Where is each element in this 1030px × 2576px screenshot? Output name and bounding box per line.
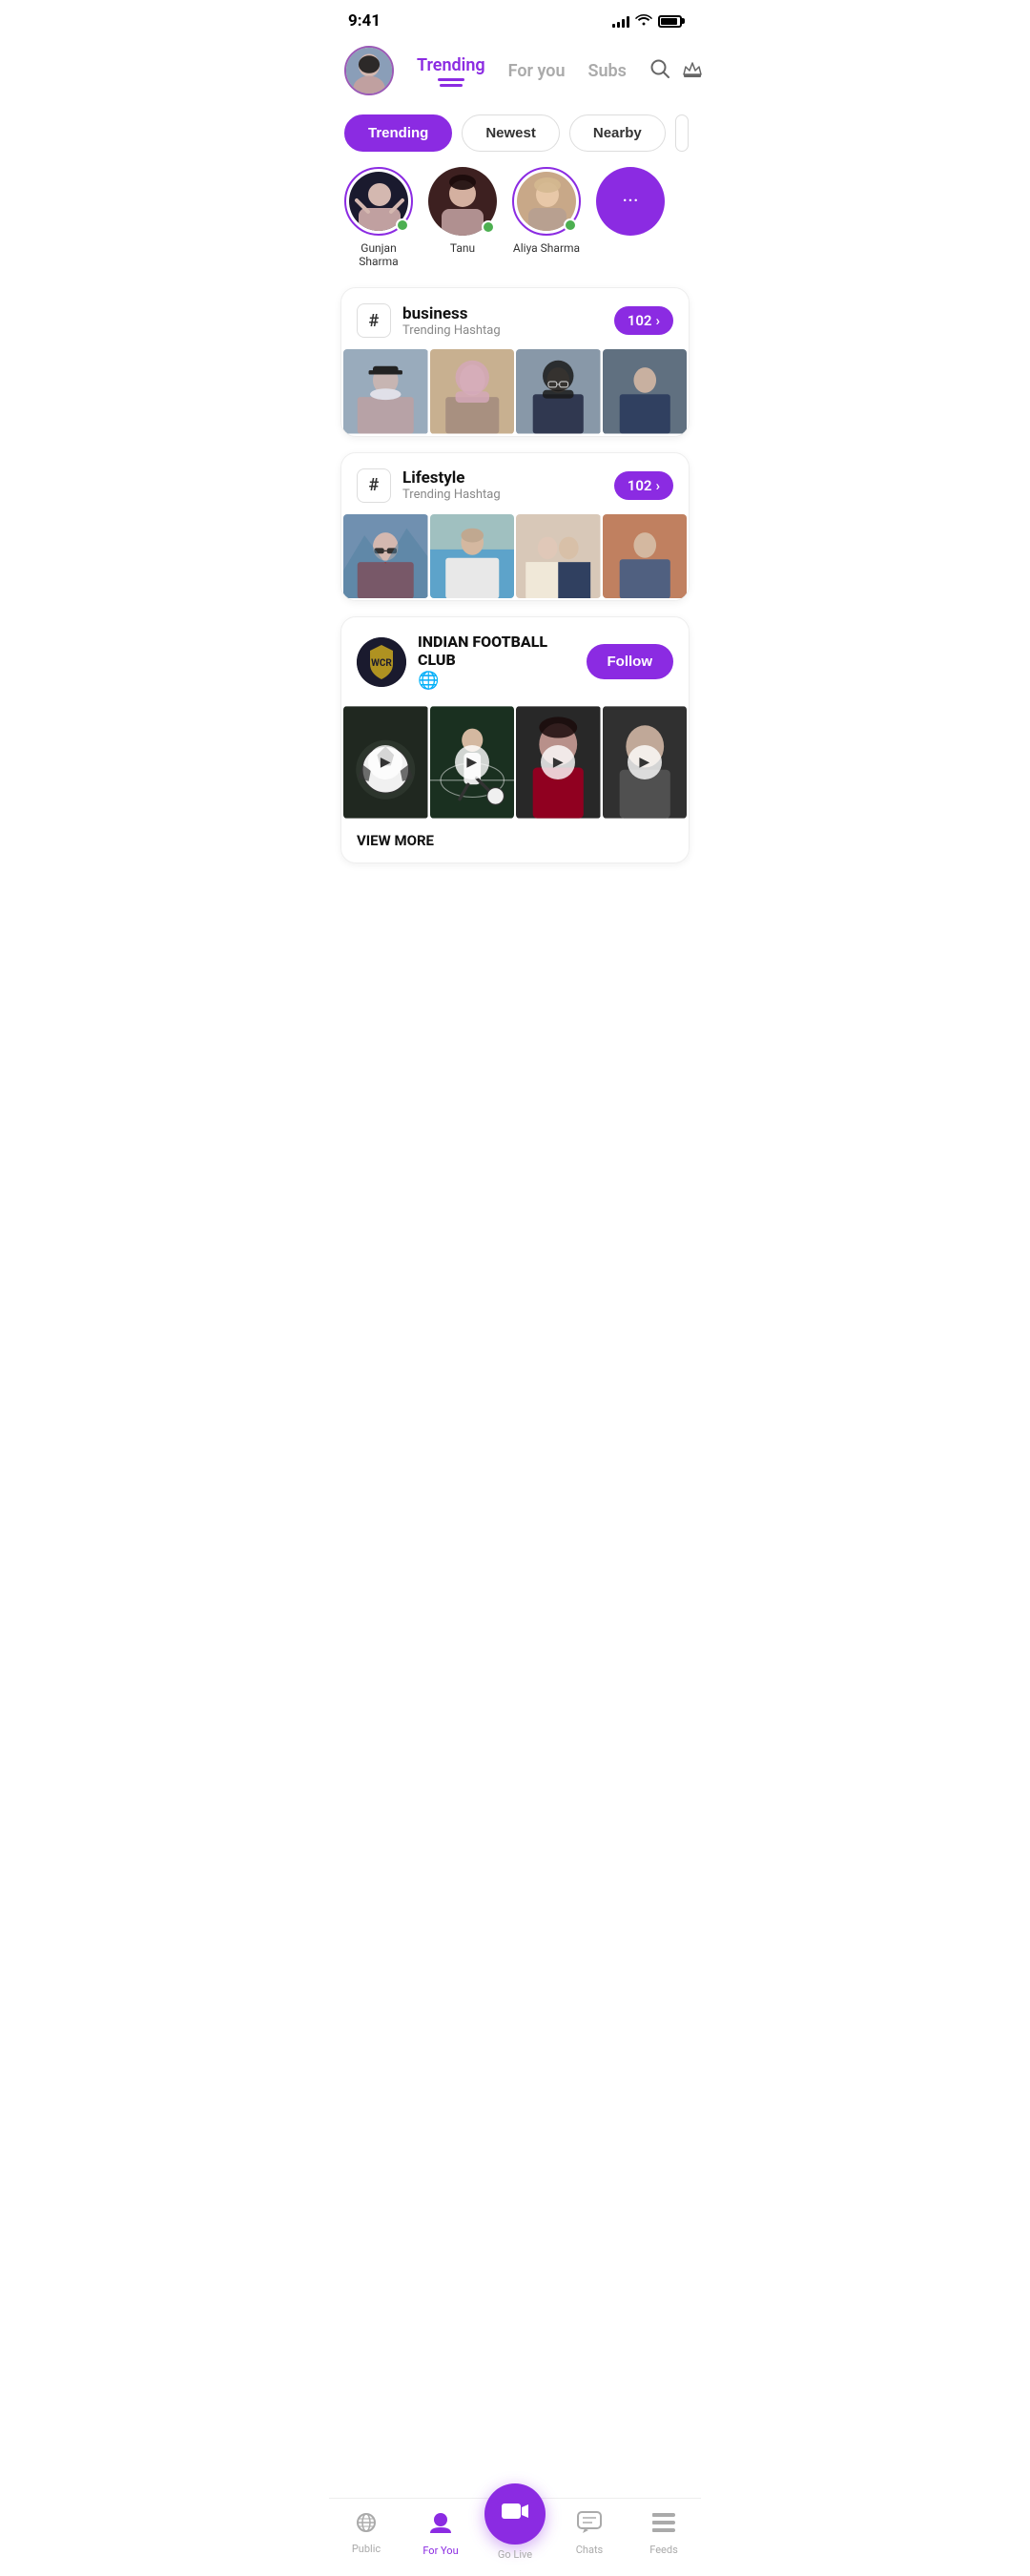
- hashtag-card-lifestyle: # Lifestyle Trending Hashtag 102 ›: [340, 452, 690, 602]
- video-cell-1[interactable]: ▶: [343, 706, 428, 819]
- photo-lifestyle-4[interactable]: [603, 514, 688, 599]
- filter-newest[interactable]: Newest: [462, 114, 560, 152]
- wifi-icon: [635, 12, 652, 30]
- card-header-business: # business Trending Hashtag 102 ›: [341, 288, 689, 349]
- nav-item-go-live[interactable]: Go Live: [478, 2506, 552, 2561]
- more-stories-button[interactable]: ···: [596, 167, 665, 236]
- battery-icon: [658, 15, 682, 28]
- card-title-group: business Trending Hashtag: [402, 304, 603, 338]
- signal-icon: [612, 14, 629, 28]
- club-name: INDIAN FOOTBALL CLUB: [418, 633, 575, 669]
- hashtag-icon: #: [357, 303, 391, 338]
- card-subtitle: Trending Hashtag: [402, 323, 603, 338]
- public-icon: [354, 2512, 379, 2539]
- nav-item-public[interactable]: Public: [329, 2512, 403, 2555]
- feeds-icon: [651, 2511, 676, 2540]
- nav-label-go-live: Go Live: [498, 2548, 532, 2561]
- play-button-4[interactable]: ▶: [628, 745, 662, 779]
- status-bar: 9:41: [329, 0, 701, 38]
- stories-row: Gunjan Sharma Tanu: [329, 167, 701, 287]
- search-icon[interactable]: [649, 58, 670, 84]
- story-item-gunjan[interactable]: Gunjan Sharma: [344, 167, 413, 268]
- hashtag-card-business: # business Trending Hashtag 102 ›: [340, 287, 690, 437]
- nav-label-for-you: For You: [422, 2545, 458, 2557]
- play-button-3[interactable]: ▶: [541, 745, 575, 779]
- nav-tabs: Trending For you Subs: [405, 52, 638, 91]
- photo-grid-business: [341, 349, 689, 436]
- photo-lifestyle-3[interactable]: [516, 514, 601, 599]
- crown-icon[interactable]: [682, 59, 703, 83]
- chats-icon: [577, 2511, 602, 2540]
- avatar[interactable]: [344, 46, 394, 95]
- story-name-tanu: Tanu: [450, 241, 475, 255]
- photo-cell-2[interactable]: [430, 349, 515, 434]
- story-ring-gunjan: [344, 167, 413, 236]
- go-live-button[interactable]: [484, 2483, 546, 2545]
- bottom-nav: Public For You Go Live: [329, 2498, 701, 2576]
- story-ring-aliya: [512, 167, 581, 236]
- nav-item-chats[interactable]: Chats: [552, 2511, 627, 2556]
- view-more-button[interactable]: VIEW MORE: [341, 819, 689, 862]
- photo-lifestyle-1[interactable]: [343, 514, 428, 599]
- filter-more[interactable]: [675, 114, 689, 152]
- nav-label-public: Public: [352, 2543, 381, 2555]
- card-subtitle-lifestyle: Trending Hashtag: [402, 488, 603, 502]
- header: Trending For you Subs: [329, 38, 701, 107]
- photo-cell-4[interactable]: [603, 349, 688, 434]
- card-title-lifestyle: Lifestyle: [402, 468, 603, 488]
- story-ring-tanu: [428, 167, 497, 236]
- status-time: 9:41: [348, 11, 381, 31]
- hashtag-icon-lifestyle: #: [357, 468, 391, 503]
- video-cell-3[interactable]: ▶: [516, 706, 601, 819]
- story-item-more[interactable]: ···: [596, 167, 665, 268]
- video-cell-4[interactable]: ▶: [603, 706, 688, 819]
- story-name-gunjan: Gunjan Sharma: [344, 241, 413, 268]
- header-icons: [649, 58, 703, 84]
- tab-for-you[interactable]: For you: [497, 57, 577, 85]
- count-badge-business[interactable]: 102 ›: [614, 306, 673, 335]
- filter-trending[interactable]: Trending: [344, 114, 452, 152]
- story-name-aliya: Aliya Sharma: [513, 241, 580, 255]
- filter-tabs: Trending Newest Nearby: [329, 107, 701, 167]
- photo-lifestyle-2[interactable]: [430, 514, 515, 599]
- nav-item-for-you[interactable]: For You: [403, 2510, 478, 2557]
- club-card: WCR INDIAN FOOTBALL CLUB 🌐 Follow: [340, 616, 690, 863]
- count-badge-lifestyle[interactable]: 102 ›: [614, 471, 673, 500]
- online-indicator: [482, 220, 495, 234]
- story-item-tanu[interactable]: Tanu: [428, 167, 497, 268]
- play-button[interactable]: ▶: [368, 745, 402, 779]
- filter-nearby[interactable]: Nearby: [569, 114, 666, 152]
- tab-subs[interactable]: Subs: [577, 57, 638, 85]
- card-title: business: [402, 304, 603, 323]
- photo-cell-1[interactable]: [343, 349, 428, 434]
- photo-cell-3[interactable]: [516, 349, 601, 434]
- play-button-2[interactable]: ▶: [455, 745, 489, 779]
- card-header-lifestyle: # Lifestyle Trending Hashtag 102 ›: [341, 453, 689, 514]
- nav-label-chats: Chats: [576, 2544, 603, 2556]
- online-indicator: [396, 218, 409, 232]
- tab-trending[interactable]: Trending: [405, 52, 497, 91]
- card-title-group-lifestyle: Lifestyle Trending Hashtag: [402, 468, 603, 502]
- video-cell-2[interactable]: ▶: [430, 706, 515, 819]
- for-you-icon: [428, 2510, 453, 2541]
- story-item-aliya[interactable]: Aliya Sharma: [512, 167, 581, 268]
- nav-item-feeds[interactable]: Feeds: [627, 2511, 701, 2556]
- club-header: WCR INDIAN FOOTBALL CLUB 🌐 Follow: [341, 617, 689, 706]
- camera-icon: [501, 2500, 529, 2528]
- svg-text:WCR: WCR: [371, 658, 392, 669]
- video-grid: ▶ ▶: [341, 706, 689, 819]
- photo-grid-lifestyle: [341, 514, 689, 601]
- club-logo: WCR: [357, 637, 406, 687]
- follow-button[interactable]: Follow: [587, 644, 674, 679]
- status-icons: [612, 12, 682, 30]
- nav-label-feeds: Feeds: [649, 2544, 678, 2556]
- club-info: INDIAN FOOTBALL CLUB 🌐: [418, 633, 575, 691]
- online-indicator: [564, 218, 577, 232]
- club-meta: 🌐: [418, 671, 575, 691]
